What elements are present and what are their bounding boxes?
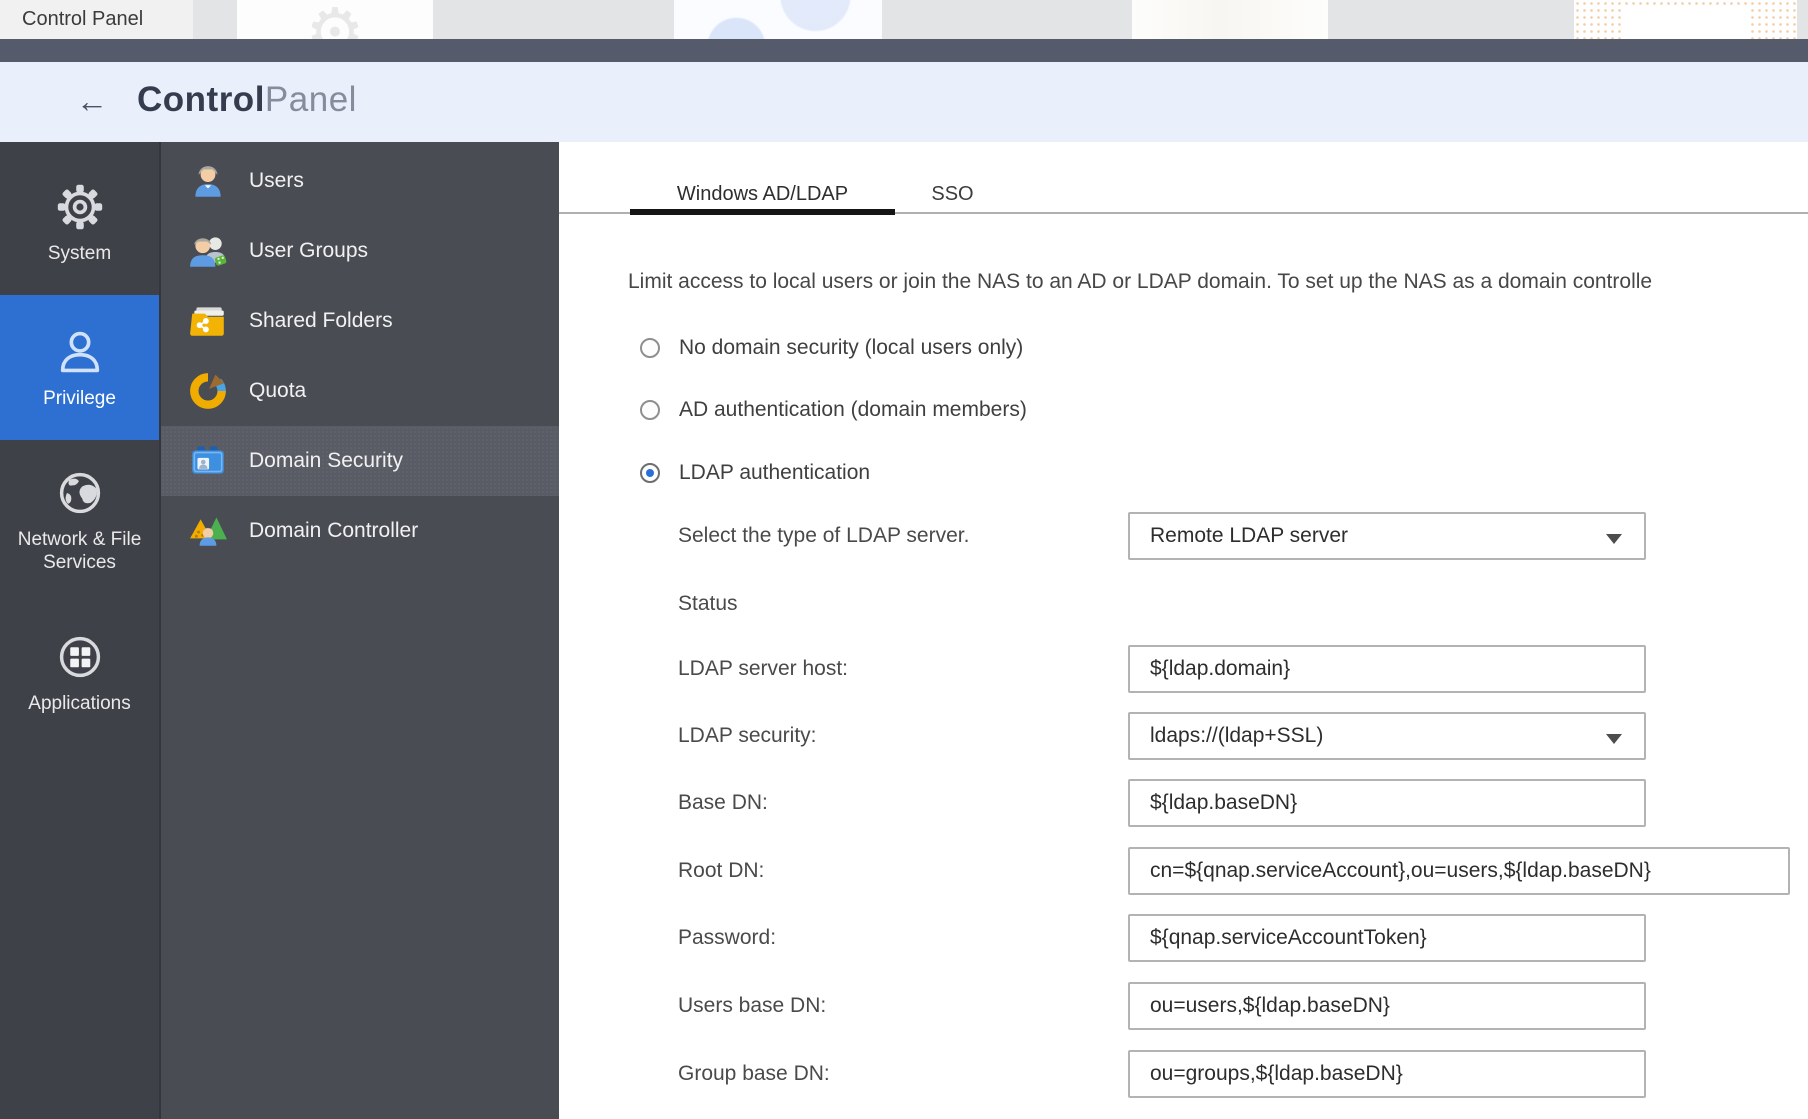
tab-windows-ad-ldap[interactable]: Windows AD/LDAP bbox=[630, 178, 895, 210]
active-tab-underline bbox=[630, 209, 895, 215]
sidebar-item-label: Privilege bbox=[39, 387, 120, 410]
control-panel-window: Control Panel ⚙ ← ControlPanel bbox=[0, 0, 1808, 1119]
password-input[interactable] bbox=[1128, 914, 1646, 962]
globe-icon bbox=[54, 467, 106, 519]
sidebar-item-privilege[interactable]: Privilege bbox=[0, 295, 159, 440]
desktop-thumbnail-gear: ⚙ bbox=[237, 0, 433, 39]
taskbar-tab-control-panel[interactable]: Control Panel bbox=[0, 0, 193, 39]
sidebar-item-system[interactable]: System bbox=[0, 150, 159, 295]
menu-item-label: Domain Controller bbox=[249, 519, 418, 543]
desktop-thumbnail-inner bbox=[1622, 6, 1750, 39]
radio-label: No domain security (local users only) bbox=[679, 336, 1023, 360]
user-groups-icon bbox=[188, 231, 228, 271]
ldap-security-select[interactable]: ldaps://(ldap+SSL) bbox=[1128, 712, 1646, 760]
window-title-strip bbox=[0, 39, 1808, 62]
radio-label: LDAP authentication bbox=[679, 461, 870, 485]
category-sidebar: System Privilege Network & File Services bbox=[0, 142, 159, 1119]
privilege-menu-sidebar: Users User Groups bbox=[159, 142, 559, 1119]
app-header: ← ControlPanel bbox=[0, 62, 1808, 142]
sidebar-item-network-file-services[interactable]: Network & File Services bbox=[0, 440, 159, 600]
radio-ad-authentication[interactable]: AD authentication (domain members) bbox=[640, 396, 1027, 424]
ldap-security-selected-value: ldaps://(ldap+SSL) bbox=[1150, 724, 1323, 748]
radio-label: AD authentication (domain members) bbox=[679, 398, 1027, 422]
menu-item-domain-controller[interactable]: Domain Controller bbox=[161, 496, 561, 566]
ldap-type-select[interactable]: Remote LDAP server bbox=[1128, 512, 1646, 560]
ldap-security-label: LDAP security: bbox=[678, 722, 817, 750]
password-label: Password: bbox=[678, 924, 776, 952]
domain-controller-icon bbox=[188, 511, 228, 551]
root-dn-input[interactable] bbox=[1128, 847, 1790, 895]
desktop-thumbnail bbox=[1132, 0, 1328, 39]
ldap-host-label: LDAP server host: bbox=[678, 655, 848, 683]
desktop-thumbnail bbox=[674, 0, 882, 39]
radio-icon-selected[interactable] bbox=[640, 463, 660, 483]
sidebar-item-applications[interactable]: Applications bbox=[0, 600, 159, 745]
chevron-down-icon bbox=[1606, 734, 1622, 744]
menu-item-quota[interactable]: Quota bbox=[161, 356, 561, 426]
users-base-dn-label: Users base DN: bbox=[678, 992, 826, 1020]
menu-item-user-groups[interactable]: User Groups bbox=[161, 216, 561, 286]
page-title-light: Panel bbox=[265, 80, 357, 119]
domain-security-content: Windows AD/LDAP SSO Limit access to loca… bbox=[559, 142, 1808, 1119]
gear-ghost-icon: ⚙ bbox=[305, 2, 364, 39]
menu-item-shared-folders[interactable]: Shared Folders bbox=[161, 286, 561, 356]
desktop-thumbnail bbox=[1574, 0, 1797, 39]
menu-item-label: Users bbox=[249, 169, 304, 193]
menu-item-label: Domain Security bbox=[249, 449, 403, 473]
sidebar-item-label: Applications bbox=[24, 692, 134, 715]
sidebar-item-label: System bbox=[44, 242, 115, 265]
domain-security-badge-icon bbox=[188, 441, 228, 481]
sidebar-item-label: Network & File Services bbox=[0, 528, 159, 574]
base-dn-label: Base DN: bbox=[678, 789, 768, 817]
root-dn-label: Root DN: bbox=[678, 857, 764, 885]
menu-item-label: Quota bbox=[249, 379, 306, 403]
gear-icon bbox=[54, 181, 106, 233]
taskbar: Control Panel ⚙ bbox=[0, 0, 1808, 39]
menu-item-domain-security[interactable]: Domain Security bbox=[161, 426, 561, 496]
quota-pie-icon bbox=[188, 371, 228, 411]
chevron-down-icon bbox=[1606, 534, 1622, 544]
person-icon bbox=[54, 326, 106, 378]
group-base-dn-input[interactable] bbox=[1128, 1050, 1646, 1098]
radio-no-domain-security[interactable]: No domain security (local users only) bbox=[640, 334, 1023, 362]
radio-ldap-authentication[interactable]: LDAP authentication bbox=[640, 459, 870, 487]
users-base-dn-input[interactable] bbox=[1128, 982, 1646, 1030]
radio-icon[interactable] bbox=[640, 400, 660, 420]
menu-item-users[interactable]: Users bbox=[161, 146, 561, 216]
page-description: Limit access to local users or join the … bbox=[628, 270, 1808, 296]
tab-sso[interactable]: SSO bbox=[905, 178, 1000, 210]
status-label: Status bbox=[678, 590, 738, 618]
back-arrow-icon[interactable]: ← bbox=[72, 84, 112, 120]
users-icon bbox=[188, 161, 228, 201]
base-dn-input[interactable] bbox=[1128, 779, 1646, 827]
ldap-type-selected-value: Remote LDAP server bbox=[1150, 524, 1348, 548]
ldap-host-input[interactable] bbox=[1128, 645, 1646, 693]
shared-folder-icon bbox=[188, 301, 228, 341]
page-title: ControlPanel bbox=[137, 80, 357, 120]
page-title-bold: Control bbox=[137, 80, 265, 119]
ldap-type-label: Select the type of LDAP server. bbox=[678, 522, 969, 550]
radio-icon[interactable] bbox=[640, 338, 660, 358]
group-base-dn-label: Group base DN: bbox=[678, 1060, 830, 1088]
menu-item-label: User Groups bbox=[249, 239, 368, 263]
menu-item-label: Shared Folders bbox=[249, 309, 393, 333]
app-grid-icon bbox=[54, 631, 106, 683]
